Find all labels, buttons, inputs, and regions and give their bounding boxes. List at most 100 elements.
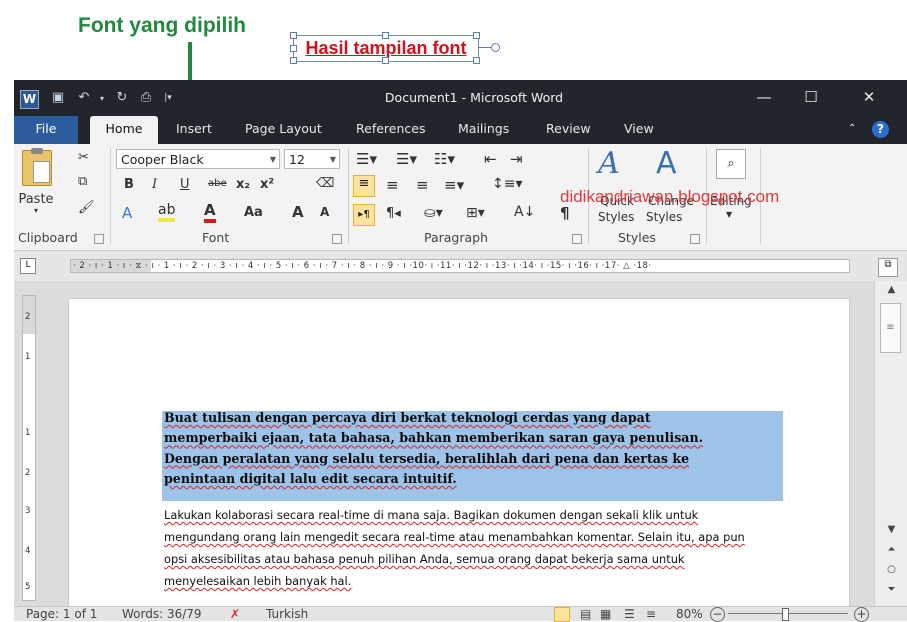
resize-handle[interactable] (290, 32, 297, 39)
selected-paragraph[interactable]: Buat tulisan dengan percaya diri berkat … (164, 408, 780, 489)
word-app-icon[interactable]: W (20, 90, 39, 109)
vertical-scrollbar[interactable]: ▲ ≡ ▼ ⏶ ○ ⏷ (874, 281, 907, 606)
clear-formatting-icon[interactable]: ⌫ (316, 176, 334, 191)
highlight-icon[interactable]: ab (158, 202, 176, 222)
ltr-direction-icon[interactable]: ▸¶ (353, 204, 375, 226)
annotation-result-textbox[interactable]: Hasil tampilan font (290, 32, 480, 64)
web-layout-view-icon[interactable]: ▦ (600, 607, 611, 621)
text-effects-icon[interactable]: A (122, 204, 132, 222)
next-page-icon[interactable]: ⏷ (875, 584, 907, 595)
change-styles-label-2[interactable]: Styles (646, 210, 682, 224)
tab-insert[interactable]: Insert (176, 116, 212, 144)
resize-handle[interactable] (290, 45, 297, 52)
grow-font-button[interactable]: A (292, 203, 304, 221)
font-name-combo[interactable]: Cooper Black ▼ (116, 149, 280, 169)
minimize-button[interactable]: — (741, 80, 787, 116)
chevron-down-icon[interactable]: ▼ (330, 150, 336, 170)
print-preview-icon[interactable]: ⎙ (138, 90, 154, 106)
line-spacing-icon[interactable]: ↕≡▾ (492, 176, 523, 192)
status-page[interactable]: Page: 1 of 1 (26, 607, 97, 621)
scroll-up-icon[interactable]: ▲ (875, 284, 907, 295)
align-right-icon[interactable]: ≡ (416, 176, 429, 194)
resize-handle[interactable] (473, 57, 480, 64)
full-screen-view-icon[interactable]: ▤ (580, 607, 591, 621)
multilevel-list-icon[interactable]: ☷▾ (434, 150, 455, 168)
scroll-thumb[interactable]: ≡ (880, 303, 901, 353)
customize-qat-icon[interactable]: |▾ (160, 93, 176, 109)
bold-button[interactable]: B (124, 177, 134, 192)
collapse-ribbon-icon[interactable]: ⌃ (848, 116, 856, 144)
zoom-slider-thumb[interactable] (782, 608, 789, 621)
align-left-icon[interactable]: ≡ (353, 175, 375, 197)
shading-icon[interactable]: ⛀▾ (424, 205, 443, 221)
change-styles-icon[interactable]: A (656, 146, 677, 181)
close-button[interactable]: ✕ (846, 80, 892, 116)
status-language[interactable]: Turkish (266, 607, 308, 621)
font-launcher-icon[interactable] (332, 234, 342, 244)
select-browse-object-icon[interactable]: ○ (875, 564, 907, 575)
quick-styles-label-2[interactable]: Styles (598, 210, 634, 224)
underline-button[interactable]: U (180, 177, 190, 192)
resize-handle[interactable] (382, 32, 389, 39)
help-icon[interactable]: ? (872, 121, 889, 138)
borders-icon[interactable]: ⊞▾ (466, 205, 485, 221)
format-painter-icon[interactable]: 🖌 (78, 200, 95, 215)
outline-view-icon[interactable]: ☰ (624, 607, 635, 621)
chevron-down-icon[interactable]: ▼ (726, 210, 732, 219)
draft-view-icon[interactable]: ≡ (646, 607, 656, 621)
proofing-error-icon[interactable]: ✗ (230, 607, 240, 621)
font-color-icon[interactable]: A (204, 202, 216, 223)
clipboard-launcher-icon[interactable] (94, 234, 104, 244)
rtl-direction-icon[interactable]: ¶◂ (386, 206, 401, 221)
redo-icon[interactable]: ↻ (114, 90, 130, 106)
superscript-button[interactable]: x² (260, 177, 274, 192)
strikethrough-button[interactable]: abe (208, 178, 227, 189)
increase-indent-icon[interactable]: ⇥ (510, 150, 523, 168)
previous-page-icon[interactable]: ⏶ (875, 544, 907, 555)
status-words[interactable]: Words: 36/79 (122, 607, 202, 621)
vertical-ruler[interactable]: 2 1 1 2 3 4 5 (22, 295, 36, 601)
align-center-icon[interactable]: ≡ (386, 176, 399, 194)
paragraph-launcher-icon[interactable] (572, 234, 582, 244)
document-page[interactable]: Buat tulisan dengan percaya diri berkat … (69, 299, 849, 606)
shrink-font-button[interactable]: A (320, 205, 329, 219)
styles-launcher-icon[interactable] (690, 234, 700, 244)
justify-icon[interactable]: ≡▾ (444, 176, 464, 194)
paste-dropdown-icon[interactable]: ▾ (26, 206, 46, 215)
rotation-handle[interactable] (491, 43, 500, 52)
subscript-button[interactable]: x₂ (236, 177, 250, 192)
tab-home[interactable]: Home (90, 116, 158, 144)
body-paragraph[interactable]: Lakukan kolaborasi secara real-time di m… (164, 504, 824, 592)
scroll-down-icon[interactable]: ▼ (875, 524, 907, 535)
numbering-icon[interactable]: ☰▾ (396, 150, 417, 168)
zoom-level[interactable]: 80% (676, 607, 703, 621)
sort-icon[interactable]: A↓ (514, 204, 535, 220)
tab-view[interactable]: View (624, 116, 654, 144)
bullets-icon[interactable]: ☰▾ (356, 150, 377, 168)
font-size-combo[interactable]: 12 ▼ (284, 149, 340, 169)
tab-file[interactable]: File (14, 116, 78, 144)
quick-styles-icon[interactable]: A (598, 146, 620, 181)
paste-icon[interactable] (22, 148, 52, 186)
maximize-button[interactable]: ☐ (788, 80, 834, 116)
resize-handle[interactable] (473, 32, 480, 39)
change-case-button[interactable]: Aa (244, 205, 263, 220)
tab-references[interactable]: References (356, 116, 425, 144)
find-icon[interactable]: ⌕ (716, 149, 746, 179)
undo-icon[interactable]: ↶ (76, 90, 92, 106)
copy-icon[interactable]: ⧉ (78, 174, 87, 189)
tab-mailings[interactable]: Mailings (458, 116, 509, 144)
italic-button[interactable]: I (152, 177, 157, 192)
cut-icon[interactable]: ✂ (78, 150, 89, 165)
chevron-down-icon[interactable]: ▼ (270, 150, 276, 170)
decrease-indent-icon[interactable]: ⇤ (484, 150, 497, 168)
resize-handle[interactable] (382, 57, 389, 64)
resize-handle[interactable] (290, 57, 297, 64)
tab-review[interactable]: Review (546, 116, 591, 144)
view-ruler-icon[interactable]: ⧉ (878, 258, 898, 277)
save-icon[interactable]: ▣ (50, 90, 66, 106)
horizontal-ruler[interactable]: · 2 · ı · 1 · ı · ⧖ · ı · 1 · ı · 2 · ı … (70, 259, 850, 273)
undo-dropdown-icon[interactable]: ▾ (94, 94, 110, 110)
tab-selector-icon[interactable]: L (20, 258, 36, 274)
paste-button[interactable]: Paste (16, 192, 56, 207)
